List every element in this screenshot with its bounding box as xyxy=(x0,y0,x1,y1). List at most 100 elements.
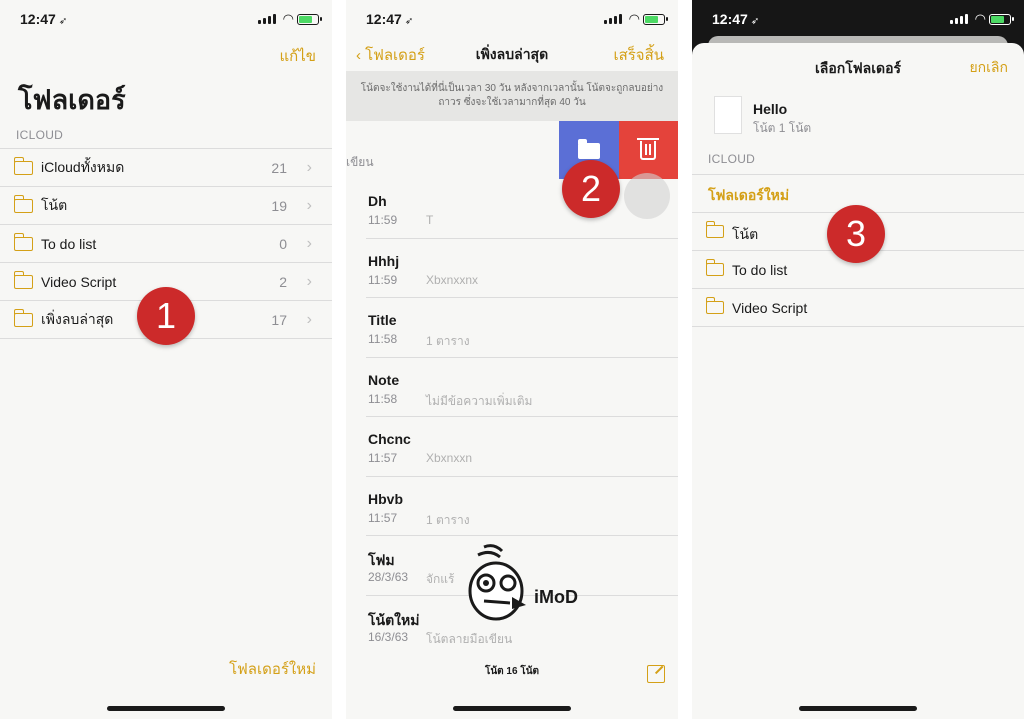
battery-icon xyxy=(643,14,668,25)
new-folder-button[interactable]: โฟลเดอร์ใหม่ xyxy=(708,185,789,207)
note-row[interactable]: Hhhj 11:59 Xbxnxxnx xyxy=(366,239,678,298)
note-date: 11:58 xyxy=(368,391,398,406)
note-date: 11:59 xyxy=(368,272,398,287)
status-bar: 12:47 ➶ ◠ xyxy=(692,0,1024,38)
signal-icon xyxy=(950,14,968,24)
folder-count: 17 xyxy=(271,311,287,328)
location-icon: ➶ xyxy=(750,16,760,27)
note-title: Dh xyxy=(368,193,387,209)
folder-count: 19 xyxy=(271,197,287,214)
home-indicator xyxy=(107,706,225,711)
note-title: Note xyxy=(368,371,400,388)
note-preview: ไม่มีข้อความเพิ่มเติม xyxy=(426,393,533,408)
location-icon: ➶ xyxy=(58,16,68,27)
note-row[interactable]: Title 11:58 1 ตาราง xyxy=(366,298,678,358)
folder-name: To do list xyxy=(732,262,788,278)
chevron-right-icon: › xyxy=(306,272,312,290)
note-thumbnail xyxy=(714,96,742,134)
page-title: โฟลเดอร์ xyxy=(18,85,126,115)
wifi-icon: ◠ xyxy=(974,11,986,26)
folder-count: 2 xyxy=(279,273,287,290)
chevron-right-icon: › xyxy=(306,310,312,328)
folder-icon xyxy=(705,221,724,238)
home-indicator xyxy=(453,706,571,711)
folder-picker-sheet: เลือกโฟลเดอร์ ยกเลิก Hello โน้ต 1 โน้ต I… xyxy=(692,43,1024,719)
folder-name: iCloudทั้งหมด xyxy=(41,158,125,175)
note-row[interactable]: Chcnc 11:57 Xbxnxxn xyxy=(366,417,678,477)
folder-name: Video Script xyxy=(732,300,808,316)
note-title: โฟม xyxy=(368,552,395,568)
status-bar: 12:47 ➶ ◠ xyxy=(346,0,678,38)
note-row[interactable]: Hbvb 11:57 1 ตาราง xyxy=(366,477,678,536)
folder-option-video-script[interactable]: Video Script xyxy=(692,289,1024,327)
signal-icon xyxy=(604,14,622,24)
folder-name: เพิ่งลบล่าสุด xyxy=(41,310,114,327)
note-preview: จักแร้ xyxy=(426,572,455,586)
folder-row-all-icloud[interactable]: iCloudทั้งหมด 21 › xyxy=(0,149,332,187)
swiped-note-row[interactable]: เขียน xyxy=(346,121,678,179)
folder-row-notes[interactable]: โน้ต 19 › xyxy=(0,187,332,225)
recently-deleted-screen: 12:47 ➶ ◠ ‹ โฟลเดอร์ เพิ่งลบล่าสุด เสร็จส… xyxy=(346,0,678,719)
imod-watermark: iMoD xyxy=(464,543,582,623)
battery-icon xyxy=(989,14,1014,25)
select-folder-screen: 12:47 ➶ ◠ เลือกโฟลเดอร์ ยกเลิก Hello โน้ต… xyxy=(692,0,1024,719)
location-icon: ➶ xyxy=(404,16,414,27)
wifi-icon: ◠ xyxy=(628,11,640,26)
note-date: 16/3/63 xyxy=(368,629,409,644)
folder-name: To do list xyxy=(41,235,97,252)
note-title: Title xyxy=(368,312,397,328)
folder-name: โน้ต xyxy=(41,196,68,213)
section-label: ICLOUD xyxy=(708,152,756,166)
note-preview: 1 ตาราง xyxy=(426,512,470,527)
chevron-right-icon: › xyxy=(306,234,312,252)
status-time: 12:47 ➶ xyxy=(366,11,414,27)
folder-icon xyxy=(13,271,33,289)
folder-name: Video Script xyxy=(41,273,117,290)
note-date: 28/3/63 xyxy=(368,570,409,584)
folder-icon xyxy=(13,157,33,175)
watermark-text: iMoD xyxy=(534,587,578,607)
folder-icon xyxy=(705,297,724,314)
battery-icon xyxy=(297,14,322,25)
folder-count: 0 xyxy=(279,235,287,252)
swiped-note-text: เขียน xyxy=(346,155,374,169)
new-folder-button[interactable]: โฟลเดอร์ใหม่ xyxy=(229,657,316,681)
note-preview: Xbxnxxn xyxy=(426,451,473,465)
note-preview: Xbxnxxnx xyxy=(426,272,479,287)
folder-icon xyxy=(13,233,33,251)
info-banner: โน้ตจะใช้งานได้ที่นี่เป็นเวลา 30 วัน หลั… xyxy=(346,71,678,121)
note-subtitle: โน้ต 1 โน้ต xyxy=(753,121,812,135)
folder-icon xyxy=(13,195,33,213)
step-badge: 1 xyxy=(137,287,195,345)
note-row[interactable]: Note 11:58 ไม่มีข้อความเพิ่มเติม xyxy=(366,358,678,417)
notes-count: โน้ต 16 โน้ต xyxy=(484,666,540,677)
note-date: 11:57 xyxy=(368,451,398,465)
folder-icon xyxy=(578,139,600,159)
folder-count: 21 xyxy=(271,159,287,176)
note-title: Chcnc xyxy=(368,431,411,447)
note-preview: 1 ตาราง xyxy=(426,334,470,348)
folder-row-to-do-list[interactable]: To do list 0 › xyxy=(0,225,332,263)
note-preview: โน้ตลายมือเขียน xyxy=(426,631,513,646)
delete-button[interactable] xyxy=(619,121,678,179)
note-title: โน้ตใหม่ xyxy=(368,611,420,628)
trash-icon xyxy=(637,138,659,160)
signal-icon xyxy=(258,14,276,24)
chevron-right-icon: › xyxy=(306,158,312,176)
edit-button[interactable]: แก้ไข xyxy=(279,44,316,68)
done-button[interactable]: เสร็จสิ้น xyxy=(613,43,664,67)
note-title: Hbvb xyxy=(368,490,403,507)
cancel-button[interactable]: ยกเลิก xyxy=(969,57,1008,79)
note-title: Hello xyxy=(753,101,788,117)
compose-icon[interactable] xyxy=(647,665,665,683)
note-row[interactable]: Dh 11:59 T xyxy=(366,179,678,239)
imod-logo-icon xyxy=(468,544,526,621)
folder-icon xyxy=(13,309,33,327)
status-bar: 12:47 ➶ ◠ xyxy=(0,0,332,38)
note-preview: T xyxy=(426,213,434,227)
note-date: 11:59 xyxy=(368,213,398,227)
section-label: ICLOUD xyxy=(16,128,64,142)
note-title: Hhhj xyxy=(368,252,400,269)
step-badge: 3 xyxy=(827,205,885,263)
chevron-right-icon: › xyxy=(306,196,312,214)
